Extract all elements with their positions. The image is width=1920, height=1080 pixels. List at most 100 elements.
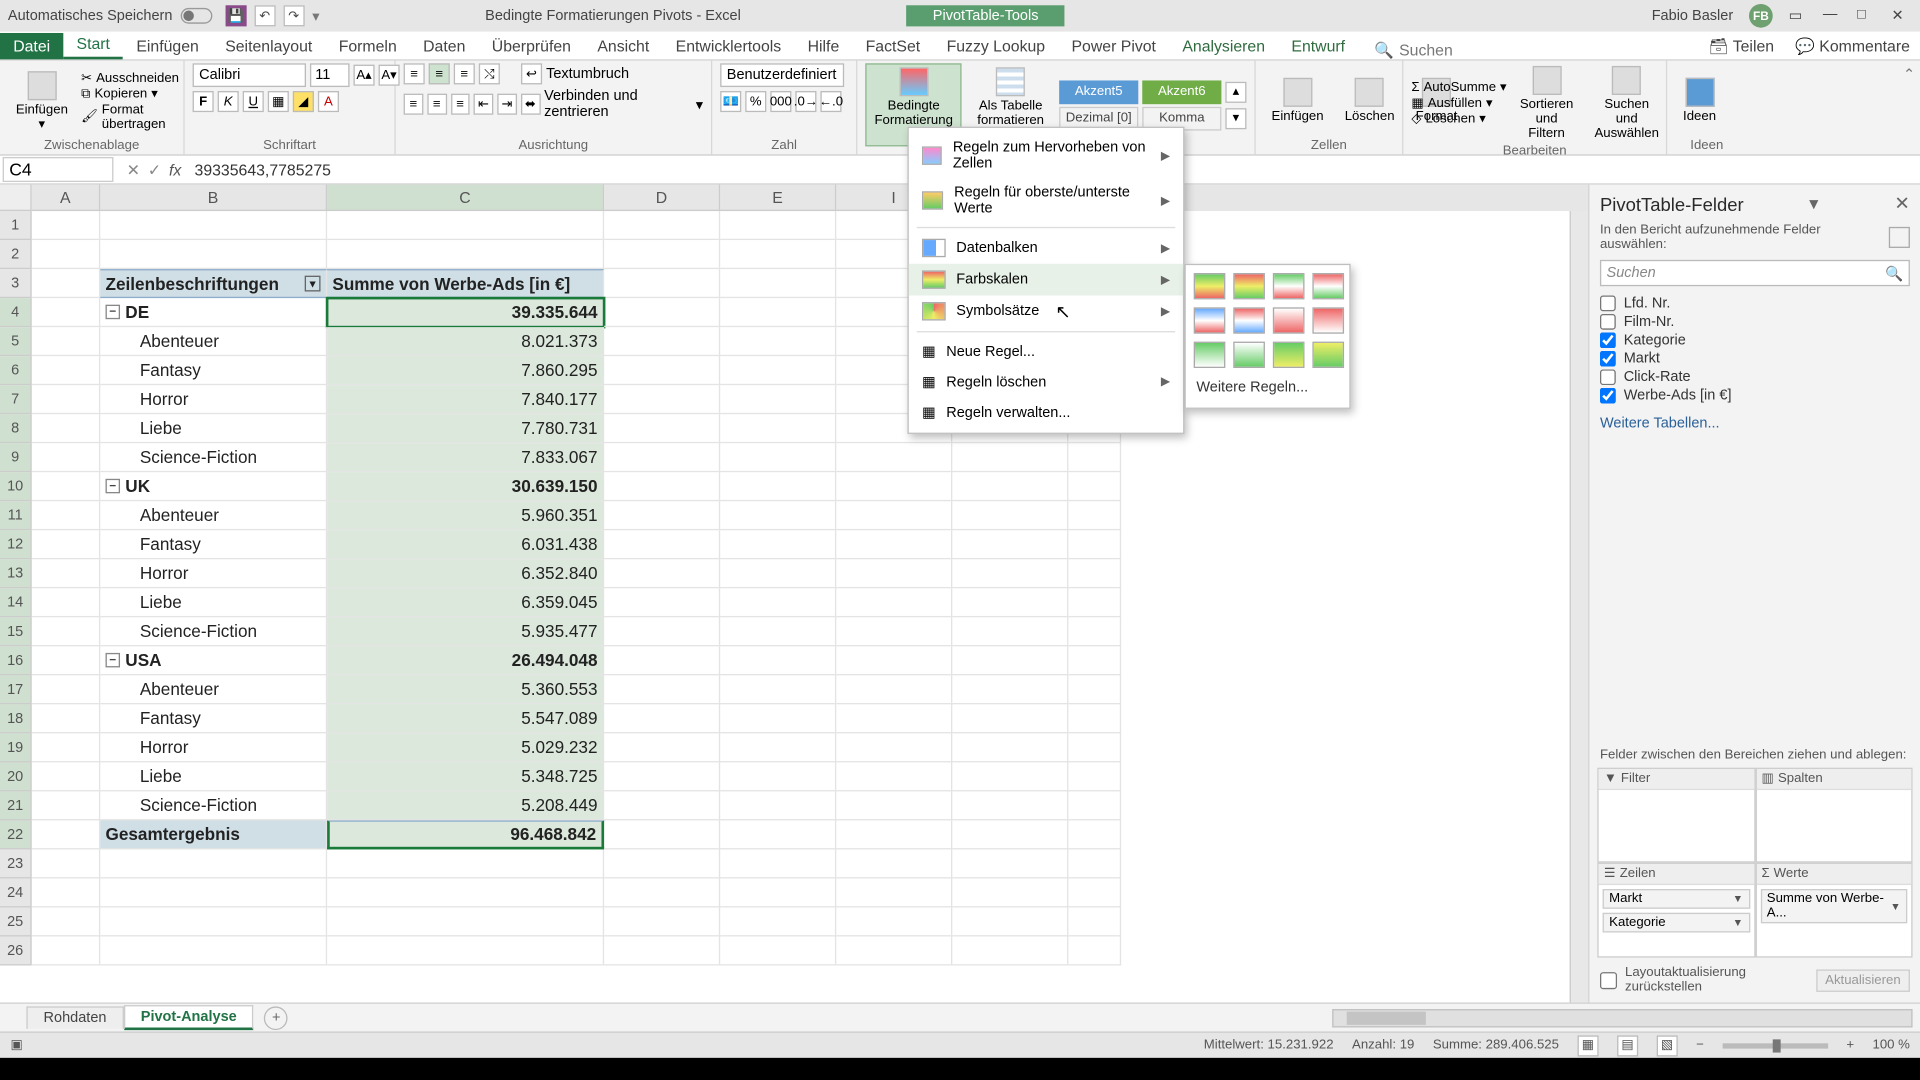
cell[interactable] [604,240,720,269]
cell[interactable] [327,907,604,936]
cell[interactable] [32,472,101,501]
cell[interactable] [604,936,720,965]
cell[interactable] [836,443,952,472]
col-header[interactable]: E [720,185,836,211]
cell[interactable] [952,588,1068,617]
cell[interactable] [836,820,952,849]
cell[interactable] [604,472,720,501]
cell[interactable] [604,385,720,414]
collapse-icon[interactable]: − [106,305,121,320]
cell[interactable] [604,791,720,820]
cell[interactable] [604,704,720,733]
color-scale-option[interactable] [1273,342,1305,368]
maximize-icon[interactable]: □ [1857,7,1875,25]
row-header[interactable]: 25 [0,907,32,936]
border-button[interactable]: ▦ [268,91,289,112]
zoom-out-button[interactable]: − [1696,1038,1704,1053]
merge-button[interactable]: Verbinden und zentrieren [544,88,692,120]
save-icon[interactable]: 💾 [225,5,246,26]
cell[interactable] [836,733,952,762]
cell[interactable] [32,878,101,907]
cell[interactable] [1068,559,1121,588]
dec-decimal-icon[interactable]: ←.0 [820,91,841,112]
comments-button[interactable]: 💬 Kommentare [1785,33,1920,59]
cell[interactable] [952,936,1068,965]
pivot-item-row[interactable]: Horror [100,559,327,588]
vertical-scrollbar[interactable] [1570,211,1588,1002]
more-tables-link[interactable]: Weitere Tabellen... [1589,410,1920,436]
row-header[interactable]: 7 [0,385,32,414]
cell[interactable] [1068,675,1121,704]
cell[interactable] [32,936,101,965]
cell[interactable] [1068,936,1121,965]
row-header[interactable]: 26 [0,936,32,965]
area-columns[interactable]: ▥Spalten [1755,768,1913,863]
field-list-item[interactable]: Markt [1600,350,1910,368]
cell[interactable] [604,733,720,762]
pivot-item-value[interactable]: 8.021.373 [327,327,604,356]
cell[interactable] [32,298,101,327]
cf-icon-sets[interactable]: Symbolsätze▶ [909,295,1183,327]
cell[interactable] [604,762,720,791]
cell[interactable] [836,646,952,675]
row-header[interactable]: 19 [0,733,32,762]
close-icon[interactable]: ✕ [1891,7,1909,25]
color-scale-option[interactable] [1312,273,1344,299]
horizontal-scrollbar[interactable] [1332,1008,1912,1026]
inc-decimal-icon[interactable]: .0→ [795,91,816,112]
pivot-item-row[interactable]: Horror [100,733,327,762]
cell[interactable] [836,675,952,704]
col-header[interactable]: D [604,185,720,211]
cell[interactable] [32,240,101,269]
cf-manage-rules[interactable]: ▦Regeln verwalten... [909,397,1183,427]
cell[interactable] [32,211,101,240]
cell[interactable] [952,675,1068,704]
tab-help[interactable]: Hilfe [794,33,852,59]
row-header[interactable]: 6 [0,356,32,385]
clear-button[interactable]: ◇ Löschen ▾ [1411,112,1506,127]
cell[interactable] [32,791,101,820]
row-header[interactable]: 13 [0,559,32,588]
cell[interactable] [836,791,952,820]
row-header[interactable]: 9 [0,443,32,472]
cell[interactable] [836,704,952,733]
share-button[interactable]: 🗃 Teilen [1698,33,1785,59]
cell[interactable] [604,443,720,472]
tab-data[interactable]: Daten [410,33,479,59]
cell[interactable] [1068,472,1121,501]
cell[interactable] [604,269,720,298]
cell[interactable] [836,849,952,878]
filter-dropdown-icon[interactable]: ▼ [305,276,321,292]
cell[interactable] [720,646,836,675]
cell[interactable] [1068,907,1121,936]
color-scale-option[interactable] [1273,307,1305,333]
name-box[interactable] [3,157,114,182]
cell[interactable] [720,414,836,443]
field-list-item[interactable]: Click-Rate [1600,368,1910,386]
align-middle-icon[interactable]: ≡ [429,63,450,84]
pivot-item-row[interactable]: Abenteuer [100,327,327,356]
orientation-icon[interactable]: ⤭ [479,63,500,84]
cell[interactable] [720,878,836,907]
fill-color-button[interactable]: ◢ [293,91,314,112]
cell[interactable] [604,327,720,356]
cf-data-bars[interactable]: Datenbalken▶ [909,232,1183,264]
tab-factset[interactable]: FactSet [852,33,933,59]
cut-button[interactable]: ✂ Ausschneiden [81,71,179,86]
cell[interactable] [32,617,101,646]
row-header[interactable]: 8 [0,414,32,443]
color-scale-option[interactable] [1233,342,1265,368]
pivot-item-row[interactable]: Abenteuer [100,501,327,530]
pivot-item-value[interactable]: 6.031.438 [327,530,604,559]
cf-new-rule[interactable]: ▦Neue Regel... [909,336,1183,366]
cell[interactable] [32,588,101,617]
cell[interactable] [1068,443,1121,472]
cell[interactable] [100,849,327,878]
pivot-item-row[interactable]: Horror [100,385,327,414]
percent-icon[interactable]: % [745,91,766,112]
cell[interactable] [100,240,327,269]
cell[interactable] [32,269,101,298]
cell[interactable] [327,878,604,907]
cell[interactable] [604,298,720,327]
cell[interactable] [32,356,101,385]
